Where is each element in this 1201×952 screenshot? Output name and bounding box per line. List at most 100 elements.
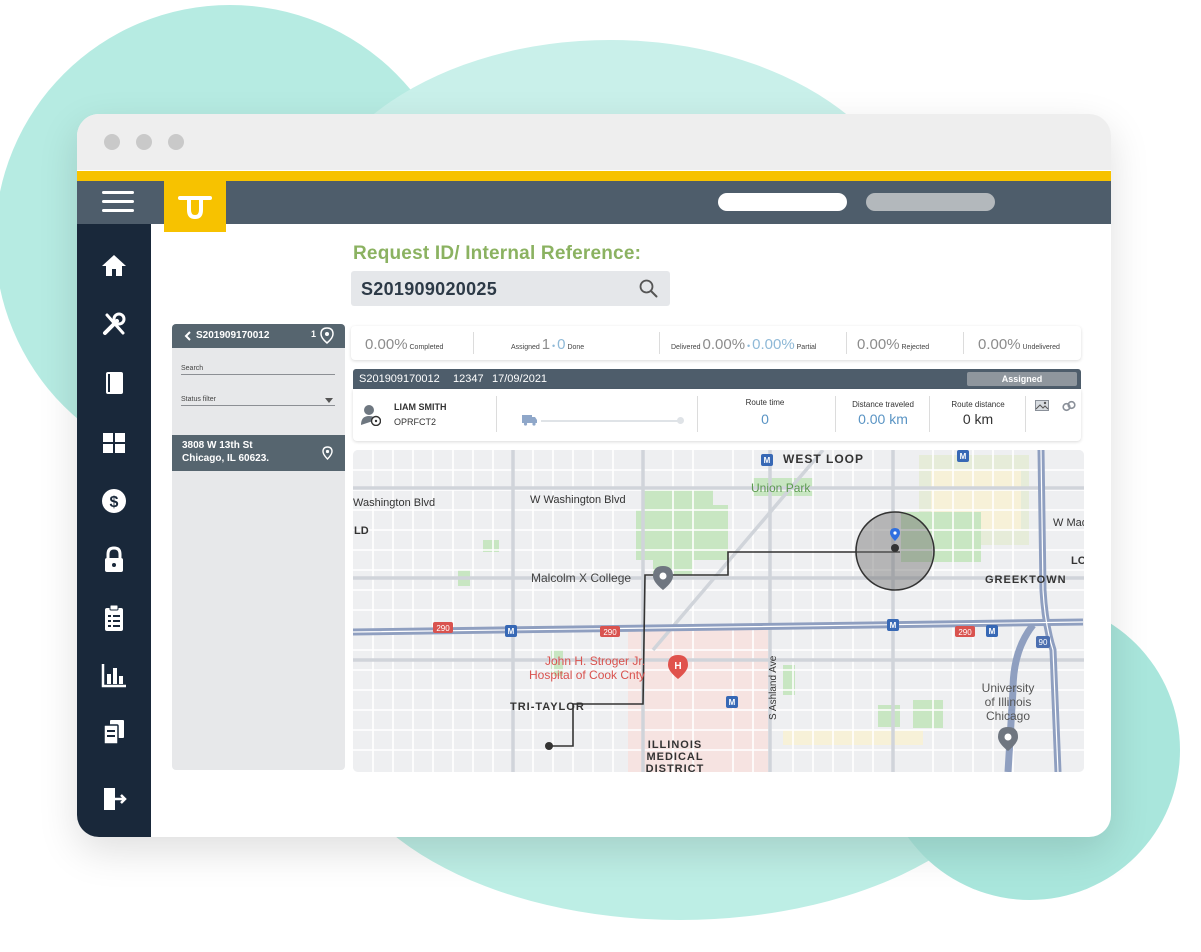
undelivered-label: Undelivered	[1022, 344, 1060, 351]
label-uic-line2: of Illinois	[985, 695, 1032, 709]
divider	[1025, 396, 1026, 432]
metro-icon[interactable]: M	[890, 621, 897, 630]
chevron-left-icon[interactable]	[184, 331, 191, 341]
search-field[interactable]: Search	[181, 365, 335, 375]
route-progress-end	[677, 417, 684, 424]
label-washington-blvd: Washington Blvd	[353, 497, 435, 509]
done-label: Done	[567, 344, 585, 351]
map-canvas[interactable]: 290 290 290 90 M M M M M M H WEST LOOP U…	[353, 450, 1084, 772]
label-ld: LD	[354, 525, 369, 537]
request-search-field[interactable]: S201909020025	[351, 271, 670, 306]
metro-icon[interactable]: M	[764, 456, 771, 465]
lock-icon[interactable]	[101, 546, 127, 573]
sidebar: $	[77, 224, 151, 837]
route-time-value: 0	[761, 411, 769, 427]
i290-shield: 290	[603, 628, 617, 637]
destination-marker[interactable]	[891, 544, 899, 552]
app-logo[interactable]	[164, 181, 226, 232]
divider	[846, 332, 847, 354]
divider	[929, 396, 930, 432]
search-field-label: Search	[181, 365, 204, 372]
window-dot[interactable]	[136, 134, 152, 150]
driver-avatar-icon	[361, 405, 381, 426]
book-icon[interactable]	[101, 370, 127, 396]
menu-icon[interactable]	[102, 191, 134, 215]
left-panel: S201909170012 1 Search Status filter 380…	[172, 324, 345, 770]
stat-delivered: Delivered 0.00% • 0.00% Partial	[671, 336, 816, 353]
metro-icon[interactable]: M	[729, 698, 736, 707]
hospital-glyph: H	[674, 661, 681, 672]
address-line1: 3808 W 13th St	[182, 440, 253, 451]
status-badge: Assigned	[967, 372, 1077, 386]
panel-header: S201909170012 1	[172, 324, 345, 348]
route-progress-track	[541, 420, 681, 422]
partial-label: Partial	[796, 344, 817, 351]
label-greektown: GREEKTOWN	[985, 574, 1067, 586]
delivered-value: 0.00%	[702, 336, 746, 353]
route-time-label: Route time	[745, 398, 785, 407]
bar-chart-icon[interactable]	[101, 662, 127, 688]
location-pin-icon[interactable]	[320, 327, 334, 344]
window-dot[interactable]	[168, 134, 184, 150]
address-line2: Chicago, IL 60623.	[182, 453, 270, 464]
divider	[496, 396, 497, 432]
window-dot[interactable]	[104, 134, 120, 150]
route-distance-value: 0 km	[962, 411, 994, 427]
documents-icon[interactable]	[101, 719, 127, 745]
metro-icon[interactable]: M	[960, 452, 967, 461]
separator: •	[747, 341, 751, 351]
label-west-loop: WEST LOOP	[783, 452, 864, 466]
stat-rejected: 0.00% Rejected	[857, 336, 929, 353]
search-value[interactable]: S201909020025	[361, 279, 497, 300]
header-button-secondary[interactable]	[866, 193, 995, 211]
label-illinois-line3: DISTRICT	[646, 763, 705, 772]
label-hospital-line1: John H. Stroger Jr.	[545, 654, 645, 668]
header-button-primary[interactable]	[718, 193, 847, 211]
search-icon[interactable]	[639, 279, 658, 298]
home-icon[interactable]	[101, 252, 127, 278]
stat-undelivered: 0.00% Undelivered	[978, 336, 1060, 353]
status-filter-select[interactable]: Status filter	[181, 396, 335, 406]
link-icon[interactable]	[1062, 400, 1076, 412]
location-pin-icon[interactable]	[322, 446, 333, 460]
label-malcolm-x-college: Malcolm X College	[531, 571, 631, 585]
stats-bar: 0.00% Completed Assigned 1 • 0 Done Deli…	[351, 326, 1081, 360]
rejected-value: 0.00%	[857, 336, 900, 353]
route-map[interactable]: 290 290 290 90 M M M M M M H WEST LOOP U…	[353, 450, 1084, 772]
stat-completed: 0.00% Completed	[365, 336, 443, 353]
clipboard-icon[interactable]	[101, 604, 127, 631]
label-illinois-line2: MEDICAL	[646, 751, 703, 763]
divider	[835, 396, 836, 432]
chevron-down-icon[interactable]	[325, 398, 333, 403]
label-uic-line3: Chicago	[986, 709, 1030, 723]
divider	[963, 332, 964, 354]
assigned-value: 1	[541, 336, 551, 353]
divider	[473, 332, 474, 354]
driver-code: OPRFCT2	[394, 417, 437, 427]
order-id: S201909170012	[359, 373, 440, 385]
dollar-icon[interactable]: $	[101, 488, 127, 514]
i90-shield: 90	[1039, 638, 1048, 647]
label-uic-line1: University	[982, 681, 1035, 695]
label-tri-taylor: TRI-TAYLOR	[510, 701, 585, 713]
route-start-marker[interactable]	[545, 742, 553, 750]
delivered-label: Delivered	[671, 344, 701, 351]
distance-traveled-label: Distance traveled	[852, 400, 914, 409]
panel-header-count: 1	[311, 329, 317, 339]
metro-icon[interactable]: M	[508, 627, 515, 636]
logout-icon[interactable]	[101, 786, 127, 812]
app-window: $ Request ID/ Internal Reference: S20190…	[77, 114, 1111, 837]
image-icon[interactable]	[1035, 400, 1049, 411]
order-date: 17/09/2021	[492, 373, 548, 385]
label-illinois-line1: ILLINOIS	[648, 739, 702, 751]
driver-name: LIAM SMITH	[394, 402, 447, 412]
stat-assigned: Assigned 1 • 0 Done	[511, 336, 584, 353]
address-list-item[interactable]: 3808 W 13th St Chicago, IL 60623.	[172, 435, 345, 471]
metro-icon[interactable]: M	[989, 627, 996, 636]
order-header: S201909170012 12347 17/09/2021 Assigned	[353, 369, 1081, 389]
order-code: 12347	[453, 373, 484, 385]
grid-icon[interactable]	[101, 430, 127, 456]
accent-bar	[77, 171, 1111, 181]
tools-icon[interactable]	[101, 311, 127, 337]
completed-label: Completed	[409, 344, 444, 351]
